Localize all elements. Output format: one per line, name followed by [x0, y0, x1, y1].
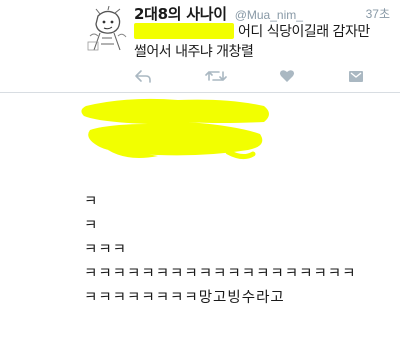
reply-post: ㅋ ㅋ ㅋㅋㅋ ㅋㅋㅋㅋㅋㅋㅋㅋㅋㅋㅋㅋㅋㅋㅋㅋㅋㅋㅋ ㅋㅋㅋㅋㅋㅋㅋㅋ망고빙수…: [0, 92, 400, 341]
like-icon[interactable]: [279, 69, 295, 83]
screenshot-page: 2대8의 사나이 @Mua_nim_ 37초 어디 식당이길래 감자만 썰어서 …: [0, 0, 400, 341]
reply-line: ㅋ: [84, 218, 99, 234]
reply-line: ㅋㅋㅋ: [84, 242, 128, 258]
tweet-text: 어디 식당이길래 감자만 썰어서 내주냐 개창렬: [134, 22, 392, 62]
reply-line: ㅋㅋㅋㅋㅋㅋㅋㅋ망고빙수라고: [84, 290, 285, 306]
redacted-mention: [134, 23, 234, 39]
redaction-scribble: [81, 98, 269, 160]
tweet-text-line-1: 어디 식당이길래 감자만: [238, 24, 370, 40]
reply-line: ㅋㅋㅋㅋㅋㅋㅋㅋㅋㅋㅋㅋㅋㅋㅋㅋㅋㅋㅋ: [84, 266, 357, 282]
user-handle[interactable]: @Mua_nim_: [235, 8, 303, 22]
display-name[interactable]: 2대8의 사나이: [134, 3, 227, 24]
tweet-card[interactable]: 2대8의 사나이 @Mua_nim_ 37초 어디 식당이길래 감자만 썰어서 …: [0, 0, 400, 93]
tweet-text-line-2: 썰어서 내주냐 개창렬: [134, 44, 254, 60]
tweet-actions: [134, 68, 364, 84]
tweet-timestamp[interactable]: 37초: [366, 5, 390, 22]
reply-icon[interactable]: [134, 69, 152, 83]
reply-line: ㅋ: [84, 194, 99, 210]
retweet-icon[interactable]: [204, 69, 227, 83]
avatar[interactable]: [84, 6, 128, 52]
tweet-author[interactable]: 2대8의 사나이 @Mua_nim_: [134, 3, 303, 24]
reply-text: ㅋ ㅋ ㅋㅋㅋ ㅋㅋㅋㅋㅋㅋㅋㅋㅋㅋㅋㅋㅋㅋㅋㅋㅋㅋㅋ ㅋㅋㅋㅋㅋㅋㅋㅋ망고빙수…: [84, 190, 356, 310]
message-icon[interactable]: [348, 69, 364, 83]
